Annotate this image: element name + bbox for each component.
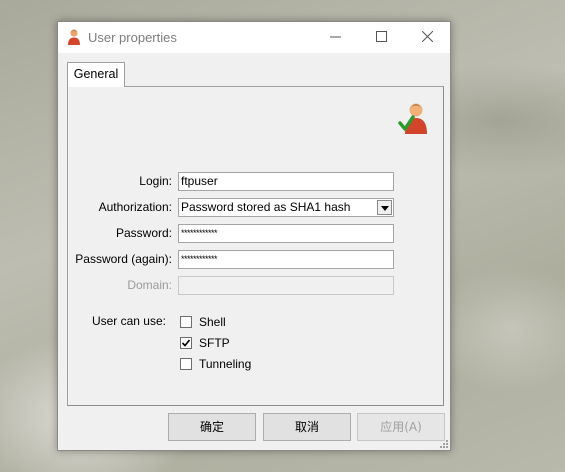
shell-label: Shell xyxy=(199,315,226,329)
tunneling-checkbox[interactable] xyxy=(180,358,192,370)
minimize-icon xyxy=(329,30,341,46)
user-can-use-label: User can use: xyxy=(91,314,166,328)
login-field[interactable]: ftpuser xyxy=(178,172,394,191)
password-again-field[interactable]: ************ xyxy=(178,250,394,269)
domain-label: Domain: xyxy=(127,278,172,292)
minimize-button[interactable] xyxy=(312,22,358,53)
title-bar[interactable]: User properties xyxy=(58,22,450,53)
user-properties-dialog: User properties General Login: ftpuser A… xyxy=(57,21,451,451)
shell-checkbox[interactable] xyxy=(180,316,192,328)
chevron-down-icon[interactable] xyxy=(377,200,392,215)
user-check-icon xyxy=(398,101,432,135)
password-field[interactable]: ************ xyxy=(178,224,394,243)
close-icon xyxy=(421,30,433,46)
sftp-label: SFTP xyxy=(199,336,230,350)
domain-field xyxy=(178,276,394,295)
maximize-icon xyxy=(375,30,387,46)
authorization-label: Authorization: xyxy=(98,200,172,214)
resize-grip-icon[interactable] xyxy=(437,437,449,449)
tunneling-label: Tunneling xyxy=(199,357,252,371)
login-label: Login: xyxy=(139,174,172,188)
close-button[interactable] xyxy=(404,22,450,53)
sftp-checkbox[interactable] xyxy=(180,337,192,349)
window-title: User properties xyxy=(88,30,177,45)
maximize-button[interactable] xyxy=(358,22,404,53)
cancel-button[interactable]: 取消 xyxy=(263,413,351,441)
authorization-value: Password stored as SHA1 hash xyxy=(181,200,351,214)
checkmark-icon xyxy=(181,339,191,347)
apply-button[interactable]: 应用(A) xyxy=(357,413,445,441)
tab-general[interactable]: General xyxy=(67,62,125,87)
password-label: Password: xyxy=(115,226,172,240)
password-again-label: Password (again): xyxy=(75,252,172,266)
authorization-select[interactable]: Password stored as SHA1 hash xyxy=(178,198,394,217)
ok-button[interactable]: 确定 xyxy=(168,413,256,441)
user-icon xyxy=(65,28,83,46)
general-tab-panel: Login: ftpuser Authorization: Password s… xyxy=(67,86,444,406)
